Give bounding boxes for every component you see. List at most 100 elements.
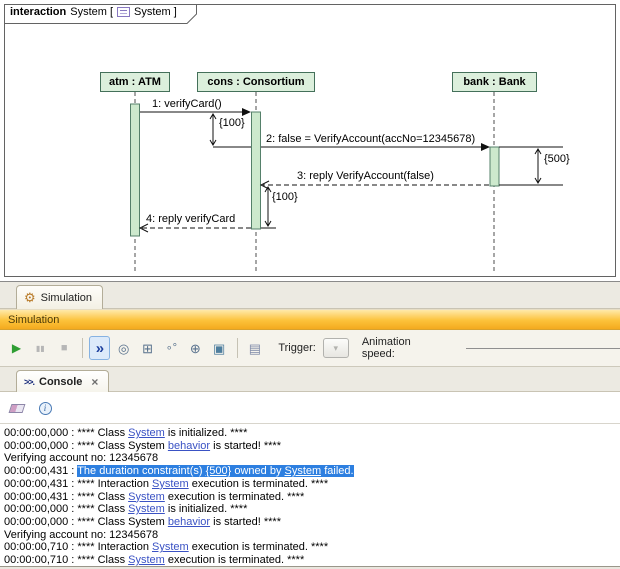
instances-icon: ∘° [166,342,177,355]
console-text: 00:00:00,431 : [4,465,77,477]
tab-simulation[interactable]: ⚙ Simulation [16,285,103,309]
duration-constraint-500-label[interactable]: {500} [544,153,570,165]
console-link[interactable]: System [152,541,189,553]
pause-button[interactable]: ▮▮ [30,336,51,360]
animation-button[interactable]: ▣ [209,336,230,360]
simulation-tabstrip: ⚙ Simulation [0,282,620,309]
console-link[interactable]: {500} [206,465,232,477]
console-line: 00:00:00,710 : **** Class System executi… [4,554,620,566]
console-icon: >>. [24,377,34,387]
console-line: 00:00:00,710 : **** Interaction System e… [4,541,620,554]
console-link[interactable]: System [285,465,322,477]
console-text: The duration constraint(s) [77,465,205,477]
simulation-gear-icon: ⚙ [24,291,36,304]
eraser-icon [9,404,26,413]
simulation-window: interaction System [ System ] atm : ATM … [0,0,620,569]
console-link[interactable]: behavior [168,516,210,528]
diagram-picture-icon: ▣ [213,342,225,355]
lifeline-atm[interactable]: atm : ATM [100,72,170,92]
console-line: 00:00:00,000 : **** Class System is init… [4,503,620,516]
animation-speed-slider[interactable] [466,340,620,356]
info-icon: i [39,402,52,415]
close-icon[interactable]: × [91,375,98,389]
console-text: 00:00:00,710 : **** Interaction [4,541,152,553]
info-button[interactable]: i [36,399,54,417]
console-link[interactable]: System [128,503,165,515]
message-label-verifyCard[interactable]: 1: verifyCard() [152,98,222,110]
console-link[interactable]: System [128,427,165,439]
console-link[interactable]: System [152,478,189,490]
console-text: 00:00:00,431 : **** Class [4,491,128,503]
console-text: Verifying account no: 12345678 [4,452,158,464]
console-text: execution is terminated. **** [189,478,328,490]
message-label-reply-verifyCard[interactable]: 4: reply verifyCard [146,213,235,225]
console-text: 00:00:00,000 : **** Class [4,427,128,439]
console-text: 00:00:00,000 : **** Class [4,503,128,515]
web-ui-button[interactable]: ⊕ [185,336,206,360]
duration-constraint-100b-label[interactable]: {100} [272,191,298,203]
tab-simulation-label: Simulation [41,292,92,304]
console-line: 00:00:00,431 : **** Class System executi… [4,491,620,504]
terminate-button[interactable]: ■ [54,336,75,360]
console-pane: i 00:00:00,000 : **** Class System is in… [0,392,620,566]
terminate-icon: ■ [61,342,68,355]
lifeline-cons[interactable]: cons : Consortium [197,72,315,92]
console-text: is initialized. **** [165,427,248,439]
console-line: 00:00:00,431 : The duration constraint(s… [4,465,620,478]
sequence-diagram-icon [117,7,130,17]
tab-console-label: Console [39,376,82,388]
trigger-label: Trigger: [278,342,316,354]
step-over-icon: » [96,342,104,355]
simulation-panel-title: Simulation [8,314,59,326]
console-text: 00:00:00,000 : **** Class System [4,440,168,452]
console-output[interactable]: 00:00:00,000 : **** Class System is init… [0,427,620,566]
instances-button[interactable]: ∘° [161,336,182,360]
console-toolbar: i [8,398,54,418]
console-text: is initialized. **** [165,503,248,515]
trigger-dropdown[interactable]: ▾ [323,338,349,358]
clear-console-button[interactable] [8,399,26,417]
console-text: execution is terminated. **** [165,491,304,503]
console-text: execution is terminated. **** [189,541,328,553]
containment-tree-icon: ⊞ [142,342,153,355]
console-link[interactable]: behavior [168,440,210,452]
simulation-toolbar: ▶ ▮▮ ■ » ◎ ⊞ ∘° ⊕ ▣ ▤ Trigger: ▾ Animati… [0,330,620,367]
console-link[interactable]: System [128,554,165,566]
message-line-reply-verifyAccount[interactable] [261,181,489,189]
report-document-icon: ▤ [249,342,261,355]
console-text: is started! **** [210,440,281,452]
run-button[interactable]: ▶ [6,336,27,360]
console-line: Verifying account no: 12345678 [4,529,620,542]
message-label-reply-verifyAccount[interactable]: 3: reply VerifyAccount(false) [297,170,434,182]
run-icon: ▶ [12,342,21,355]
frame-keyword: interaction [10,6,66,18]
console-link[interactable]: System [128,491,165,503]
frame-ref-name: System ] [134,6,177,18]
console-toolbar-separator [0,423,620,424]
console-text: execution is terminated. **** [165,554,304,566]
step-into-button[interactable]: ◎ [113,336,134,360]
web-globe-icon: ⊕ [190,342,201,355]
diagram-frame-label[interactable]: interaction System [ System ] [4,4,198,24]
simulation-panel-titlebar[interactable]: Simulation [0,309,620,330]
sequence-diagram-canvas[interactable]: interaction System [ System ] atm : ATM … [0,0,620,282]
step-over-button[interactable]: » [89,336,110,360]
chevron-down-icon: ▾ [334,343,339,354]
containment-button[interactable]: ⊞ [137,336,158,360]
lifeline-line[interactable] [135,92,494,272]
message-line-reply-verifyCard[interactable] [140,224,251,232]
console-line: 00:00:00,431 : **** Interaction System e… [4,478,620,491]
tab-console[interactable]: >>. Console × [16,370,109,392]
console-text: is started! **** [210,516,281,528]
console-line: 00:00:00,000 : **** Class System is init… [4,427,620,440]
console-text: failed. [321,465,353,477]
animation-speed-label: Animation speed: [362,336,435,360]
report-button[interactable]: ▤ [244,336,265,360]
console-line: 00:00:00,000 : **** Class System behavio… [4,516,620,529]
lifeline-bank[interactable]: bank : Bank [452,72,537,92]
console-text: Verifying account no: 12345678 [4,529,158,541]
duration-constraint-100-label[interactable]: {100} [219,117,245,129]
console-text: 00:00:00,710 : **** Class [4,554,128,566]
message-label-verifyAccount[interactable]: 2: false = VerifyAccount(accNo=12345678) [266,133,475,145]
console-line: Verifying account no: 12345678 [4,452,620,465]
